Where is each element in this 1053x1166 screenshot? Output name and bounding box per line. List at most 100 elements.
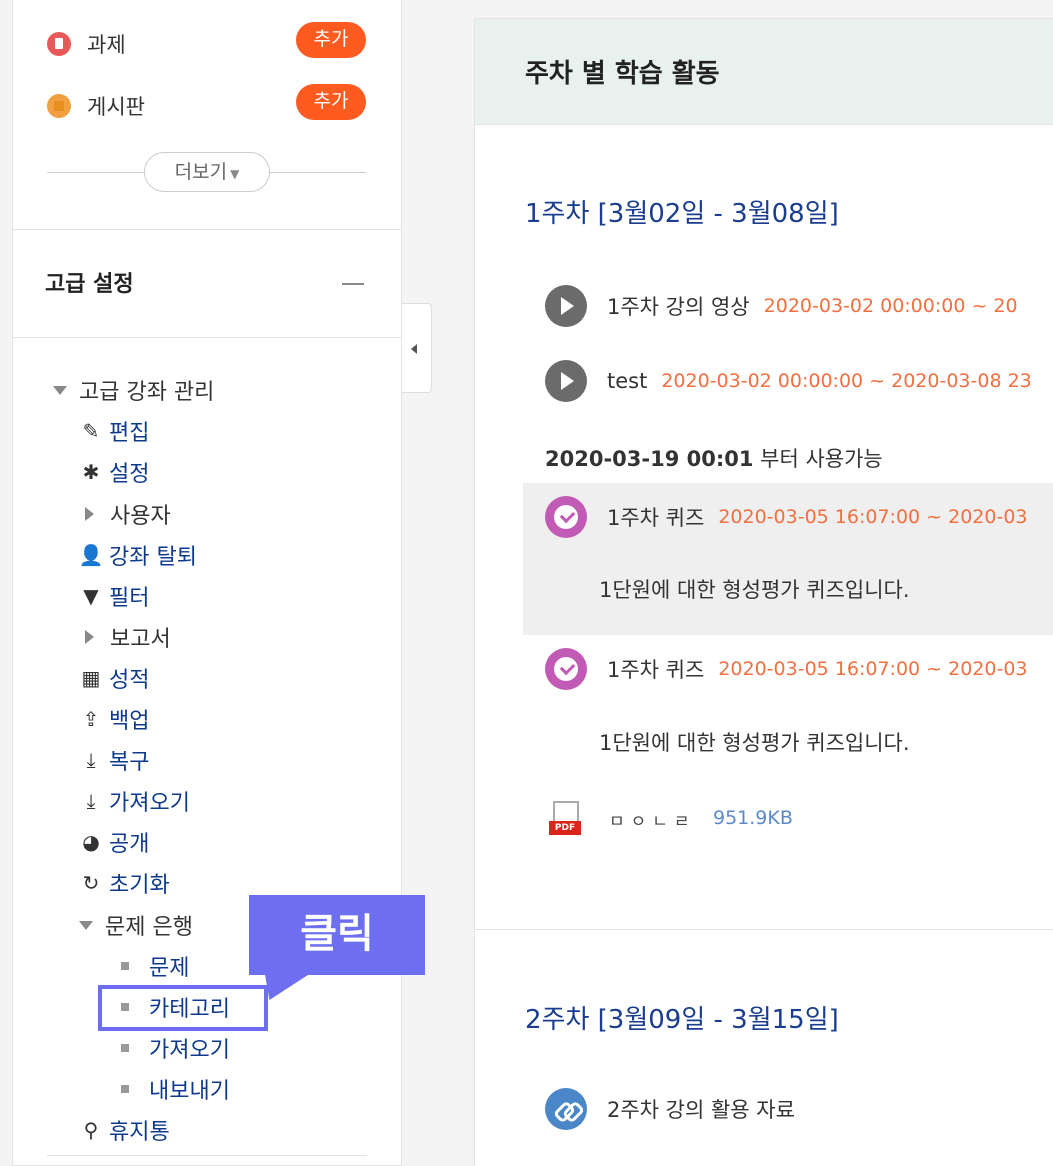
tree-label: 초기화 (109, 873, 170, 898)
click-callout: 클릭 (249, 895, 425, 975)
more-label: 더보기 (174, 161, 228, 183)
quiz-icon (545, 496, 587, 538)
tree-item-import[interactable]: ⤓ 가져오기 (79, 782, 190, 820)
tree-label: 내보내기 (149, 1079, 230, 1104)
upload-icon: ⇪ (82, 707, 100, 731)
play-icon (545, 360, 587, 402)
add-item-label: 과제 (87, 33, 126, 57)
bullet-icon (121, 962, 129, 970)
activity-description: 1단원에 대한 형성평가 퀴즈입니다. (599, 731, 910, 755)
play-icon (545, 285, 587, 327)
expanded-arrow-icon (53, 385, 67, 395)
add-assignment-button[interactable]: 추가 (296, 22, 366, 58)
pencil-icon: ✎ (82, 419, 100, 443)
tree-label: 복구 (109, 750, 150, 775)
activity-name: 1주차 퀴즈 (607, 658, 705, 682)
tree-label: 설정 (109, 462, 150, 487)
sidebar-collapse-handle[interactable] (402, 303, 432, 393)
tree-item-users[interactable]: 사용자 (79, 495, 171, 533)
activity-resource[interactable]: 2주차 강의 활용 자료 (545, 1087, 795, 1131)
tree-item-restore[interactable]: ⤓ 복구 (79, 741, 150, 779)
divider (47, 1155, 367, 1156)
week1-title[interactable]: 1주차 [3월02일 - 3월08일] (525, 193, 839, 230)
activity-date: 2020-03-05 16:07:00 ~ 2020-03 (718, 658, 1028, 680)
advanced-settings-title: 고급 설정 (45, 272, 134, 297)
quiz-icon (545, 648, 587, 690)
highlight-box (98, 985, 268, 1031)
pdf-tag: PDF (549, 821, 581, 835)
link-icon (545, 1088, 587, 1130)
add-assignment-row: 과제 (47, 24, 126, 64)
tree-root-course-admin[interactable]: 고급 강좌 관리 (53, 371, 214, 409)
globe-icon: ◕ (82, 830, 100, 854)
divider (475, 929, 1053, 930)
pdf-file-icon: PDF (549, 801, 581, 839)
chevron-down-icon: ▼ (230, 167, 240, 181)
tree-label: 강좌 탈퇴 (109, 545, 197, 570)
activity-name: test (607, 369, 648, 393)
broom-icon: ⚲ (83, 1118, 99, 1142)
tree-item-grades[interactable]: ▦ 성적 (79, 659, 150, 697)
more-button[interactable]: 더보기 ▼ (144, 152, 270, 192)
activity-description: 1단원에 대한 형성평가 퀴즈입니다. (599, 578, 910, 602)
tree-item-settings[interactable]: ✱ 설정 (79, 453, 150, 491)
add-item-label: 게시판 (87, 95, 145, 119)
tree-item-recycle-bin[interactable]: ⚲ 휴지통 (79, 1111, 170, 1149)
forum-icon (47, 94, 71, 118)
activity-test[interactable]: test 2020-03-02 00:00:00 ~ 2020-03-08 23 (545, 359, 1032, 403)
add-forum-button[interactable]: 추가 (296, 84, 366, 120)
download-icon: ⤓ (86, 748, 96, 772)
tree-item-publish[interactable]: ◕ 공개 (79, 823, 149, 861)
week2-title[interactable]: 2주차 [3월09일 - 3월15일] (525, 999, 839, 1036)
availability-note: 2020-03-19 00:01 부터 사용가능 (545, 443, 883, 473)
table-icon: ▦ (81, 666, 101, 690)
main-content: 주차 별 학습 활동 1주차 [3월02일 - 3월08일] 1주차 강의 영상… (474, 18, 1053, 1166)
tree-label: 고급 강좌 관리 (79, 380, 215, 405)
activity-name: 2주차 강의 활용 자료 (607, 1098, 795, 1122)
tree-item-unenrol[interactable]: 👤 강좌 탈퇴 (79, 536, 197, 574)
assignment-icon (47, 32, 71, 56)
tree-label: 문제 은행 (105, 915, 193, 940)
tree-item-questions[interactable]: 문제 (121, 947, 189, 985)
bullet-icon (121, 1085, 129, 1093)
activity-date: 2020-03-02 00:00:00 ~ 20 (763, 295, 1018, 317)
activity-video[interactable]: 1주차 강의 영상 2020-03-02 00:00:00 ~ 20 (545, 284, 1018, 328)
tree-label: 보고서 (110, 627, 171, 652)
file-name-link[interactable]: ㅁㅇㄴㄹ (609, 807, 696, 832)
tree-label: 편집 (109, 421, 150, 446)
tree-item-backup[interactable]: ⇪ 백업 (79, 700, 150, 738)
collapse-block-icon[interactable] (342, 283, 364, 285)
tree-item-qb-export[interactable]: 내보내기 (121, 1070, 230, 1108)
file-size: 951.9KB (713, 807, 793, 829)
add-forum-row: 게시판 (47, 86, 145, 126)
activity-quiz-1[interactable]: 1주차 퀴즈 2020-03-05 16:07:00 ~ 2020-03 (545, 495, 1028, 539)
activity-date: 2020-03-02 00:00:00 ~ 2020-03-08 23 (661, 370, 1032, 392)
divider (47, 172, 144, 173)
activity-quiz-2[interactable]: 1주차 퀴즈 2020-03-05 16:07:00 ~ 2020-03 (545, 647, 1028, 691)
section-header: 주차 별 학습 활동 (475, 19, 1053, 125)
collapsed-arrow-icon (85, 630, 94, 644)
expanded-arrow-icon (79, 920, 93, 930)
divider (270, 172, 366, 173)
availability-date: 2020-03-19 00:01 (545, 447, 754, 471)
tree-label: 문제 (149, 956, 190, 981)
collapsed-arrow-icon (85, 507, 94, 521)
gear-icon: ✱ (82, 460, 100, 484)
refresh-icon: ↻ (82, 871, 100, 895)
activity-name: 1주차 퀴즈 (607, 506, 705, 530)
tree-label: 공개 (109, 832, 150, 857)
tree-item-filters[interactable]: ▼ 필터 (79, 577, 149, 615)
tree-item-edit[interactable]: ✎ 편집 (79, 412, 150, 450)
tree-item-question-bank[interactable]: 문제 은행 (79, 906, 193, 944)
user-icon: 👤 (78, 543, 104, 567)
tree-item-qb-import[interactable]: 가져오기 (121, 1029, 230, 1067)
page-title: 주차 별 학습 활동 (525, 59, 720, 89)
tree-item-reports[interactable]: 보고서 (79, 618, 171, 656)
tree-label: 가져오기 (109, 791, 190, 816)
tree-label: 사용자 (110, 504, 171, 529)
tree-item-reset[interactable]: ↻ 초기화 (79, 864, 170, 902)
divider (13, 337, 401, 338)
activity-date: 2020-03-05 16:07:00 ~ 2020-03 (718, 506, 1028, 528)
divider (13, 229, 401, 230)
tree-label: 휴지통 (109, 1120, 170, 1145)
